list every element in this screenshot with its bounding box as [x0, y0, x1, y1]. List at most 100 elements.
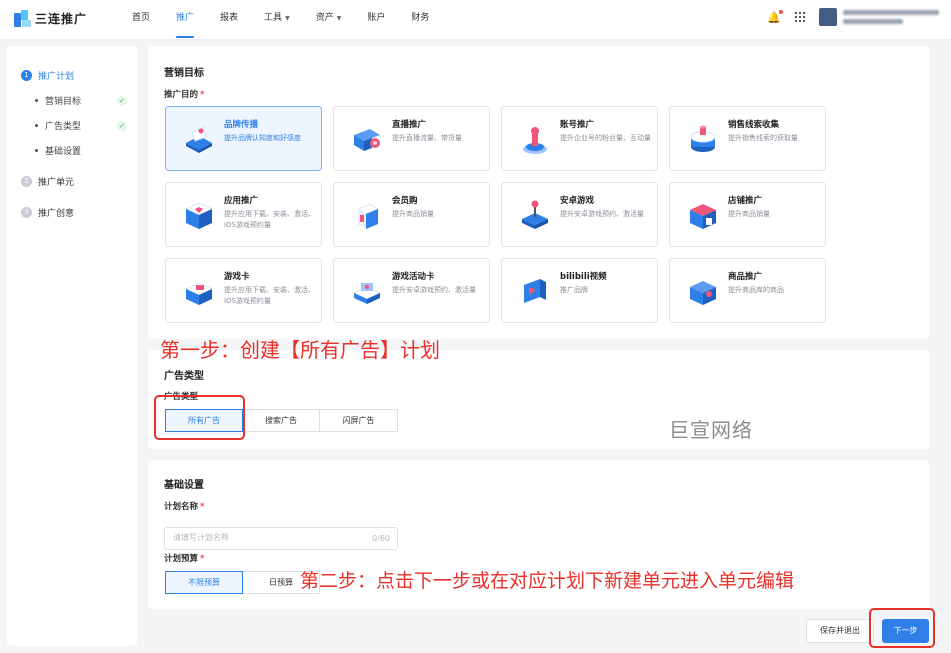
live-stream-icon: [350, 121, 384, 157]
budget-option-unlimited[interactable]: 不限预算: [165, 571, 243, 594]
game-event-card-icon: [350, 273, 384, 309]
objective-description: 提升安卓游戏预约、激活量: [392, 286, 476, 294]
step-sidebar: 1 推广计划 营销目标 ✓ 广告类型 ✓ 基础设置 2 推广单元 3 推广创意: [7, 46, 137, 646]
account-icon: [518, 121, 552, 157]
step-label: 推广单元: [38, 178, 75, 188]
objective-card[interactable]: 应用推广 提升应用下载、安装、激活、iOS游戏预约量: [165, 182, 322, 247]
objective-name: 安卓游戏: [560, 196, 595, 206]
annotation-step-one: 第一步：创建【所有广告】计划: [160, 338, 440, 362]
objective-name: 商品推广: [728, 272, 763, 282]
sidebar-step-unit[interactable]: 2 推广单元: [21, 175, 74, 188]
notification-dot: [779, 9, 783, 14]
objective-card[interactable]: 账号推广提升企业号的粉丝量、互动量: [501, 106, 658, 171]
bilibili-video-icon: [518, 273, 552, 309]
account-menu[interactable]: [819, 8, 939, 26]
nav-item[interactable]: 账户: [367, 0, 385, 40]
objective-card[interactable]: 销售线索收集提升销售线索的获取量: [669, 106, 826, 171]
sidebar-substep-basic-settings[interactable]: 基础设置: [35, 144, 127, 157]
bell-icon[interactable]: 🔔: [767, 9, 783, 24]
bullet-dot: [35, 124, 38, 127]
brand-broadcast-icon: [182, 121, 216, 157]
step-number: 1: [21, 70, 32, 81]
objective-name: 销售线索收集: [728, 120, 780, 130]
step-number: 3: [21, 207, 32, 218]
objective-name: 会员购: [392, 196, 418, 206]
objective-name: 店铺推广: [728, 196, 763, 206]
watermark: 巨宣网络: [669, 418, 753, 442]
budget-selector: 不限预算 日预算: [165, 571, 320, 594]
objective-description: 提升商品销量: [728, 210, 770, 218]
app-logo-text: 三连推广: [35, 12, 88, 26]
nav-item[interactable]: 财务: [411, 0, 429, 40]
save-and-exit-button[interactable]: 保存并退出: [806, 619, 874, 643]
app-icon: [182, 197, 216, 233]
field-label: 计划预算 *: [164, 554, 205, 564]
objective-card[interactable]: 游戏卡提升应用下载、安装、激活、iOS游戏预约量: [165, 258, 322, 323]
nav-item[interactable]: 资产 ▼: [316, 0, 342, 40]
objective-card[interactable]: 会员购 提升商品销量: [333, 182, 490, 247]
section-title: 营销目标: [164, 68, 204, 79]
objective-description: 提升商品库的商品: [728, 286, 784, 294]
objective-name: 应用推广: [224, 196, 259, 206]
objective-description: 提升安卓游戏预约、激活量: [560, 210, 644, 218]
ad-type-option-splash[interactable]: 闪屏广告: [319, 409, 398, 432]
ad-type-option-all[interactable]: 所有广告: [165, 409, 243, 432]
sidebar-substep-ad-type[interactable]: 广告类型 ✓: [35, 119, 127, 132]
objective-name: 账号推广: [560, 120, 595, 130]
ad-type-selector: 所有广告 搜索广告 闪屏广告: [165, 409, 398, 432]
product-icon: [686, 273, 720, 309]
objective-name: bilibili视频: [560, 272, 607, 282]
section-title: 基础设置: [164, 480, 204, 491]
step-label: 推广创意: [38, 209, 75, 219]
objective-card[interactable]: 直播推广提升直播流量、带货量: [333, 106, 490, 171]
objective-card[interactable]: 店铺推广提升商品销量: [669, 182, 826, 247]
objective-card[interactable]: 游戏活动卡提升安卓游戏预约、激活量: [333, 258, 490, 323]
objective-card[interactable]: 商品推广提升商品库的商品: [669, 258, 826, 323]
bullet-dot: [35, 99, 38, 102]
game-card-icon: [182, 273, 216, 309]
field-label: 计划名称 *: [164, 502, 205, 512]
sidebar-step-plan[interactable]: 1 推广计划: [21, 69, 74, 82]
substep-label: 广告类型: [45, 122, 82, 132]
objective-description: 提升商品销量: [392, 210, 434, 218]
objective-card[interactable]: 安卓游戏提升安卓游戏预约、激活量: [501, 182, 658, 247]
plan-name-input[interactable]: [173, 533, 353, 542]
step-label: 推广计划: [38, 72, 75, 82]
grid-icon[interactable]: [795, 12, 805, 22]
objective-description: 提升销售线索的获取量: [728, 134, 798, 142]
chevron-down-icon: ▼: [336, 15, 342, 22]
objective-description: 提升直播流量、带货量: [392, 134, 462, 142]
objective-name: 游戏活动卡: [392, 272, 435, 282]
app-logo[interactable]: 三连推广: [14, 10, 87, 27]
ad-type-card: 广告类型 广告类型 所有广告 搜索广告 闪屏广告: [148, 350, 929, 449]
substep-label: 基础设置: [45, 147, 82, 157]
sidebar-step-creative[interactable]: 3 推广创意: [21, 206, 74, 219]
nav-item[interactable]: 首页: [132, 0, 150, 40]
check-icon: ✓: [117, 120, 127, 131]
top-right-tools: 🔔: [767, 8, 939, 26]
objective-name: 直播推广: [392, 120, 427, 130]
objective-description: 提升企业号的粉丝量、互动量: [560, 134, 651, 142]
objective-card[interactable]: 品牌传播 提升品牌认知度和好感度: [165, 106, 322, 171]
objective-description: 提升应用下载、安装、激活、iOS游戏预约量: [224, 286, 315, 305]
plan-name-field: 0/60: [164, 527, 398, 550]
nav-item[interactable]: 工具 ▼: [264, 0, 290, 40]
main-nav: 首页 推广 报表 工具 ▼ 资产 ▼ 账户 财务: [132, 0, 455, 40]
nav-item[interactable]: 报表: [220, 0, 238, 40]
bullet-dot: [35, 149, 38, 152]
check-icon: ✓: [117, 95, 127, 106]
annotation-step-two: 第二步：点击下一步或在对应计划下新建单元进入单元编辑: [300, 570, 795, 592]
sidebar-substep-marketing-goal[interactable]: 营销目标 ✓: [35, 94, 127, 107]
annotation-highlight-next: [869, 608, 935, 648]
account-avatar: [819, 8, 837, 26]
char-counter: 0/60: [372, 534, 390, 543]
section-title: 广告类型: [164, 371, 204, 382]
ad-type-option-search[interactable]: 搜索广告: [242, 409, 320, 432]
objective-name: 游戏卡: [224, 272, 250, 282]
nav-item[interactable]: 推广: [176, 0, 195, 40]
android-game-icon: [518, 197, 552, 233]
member-shop-icon: [350, 197, 384, 233]
step-number: 2: [21, 176, 32, 187]
store-icon: [686, 197, 720, 233]
objective-card[interactable]: bilibili视频 推广品牌: [501, 258, 658, 323]
